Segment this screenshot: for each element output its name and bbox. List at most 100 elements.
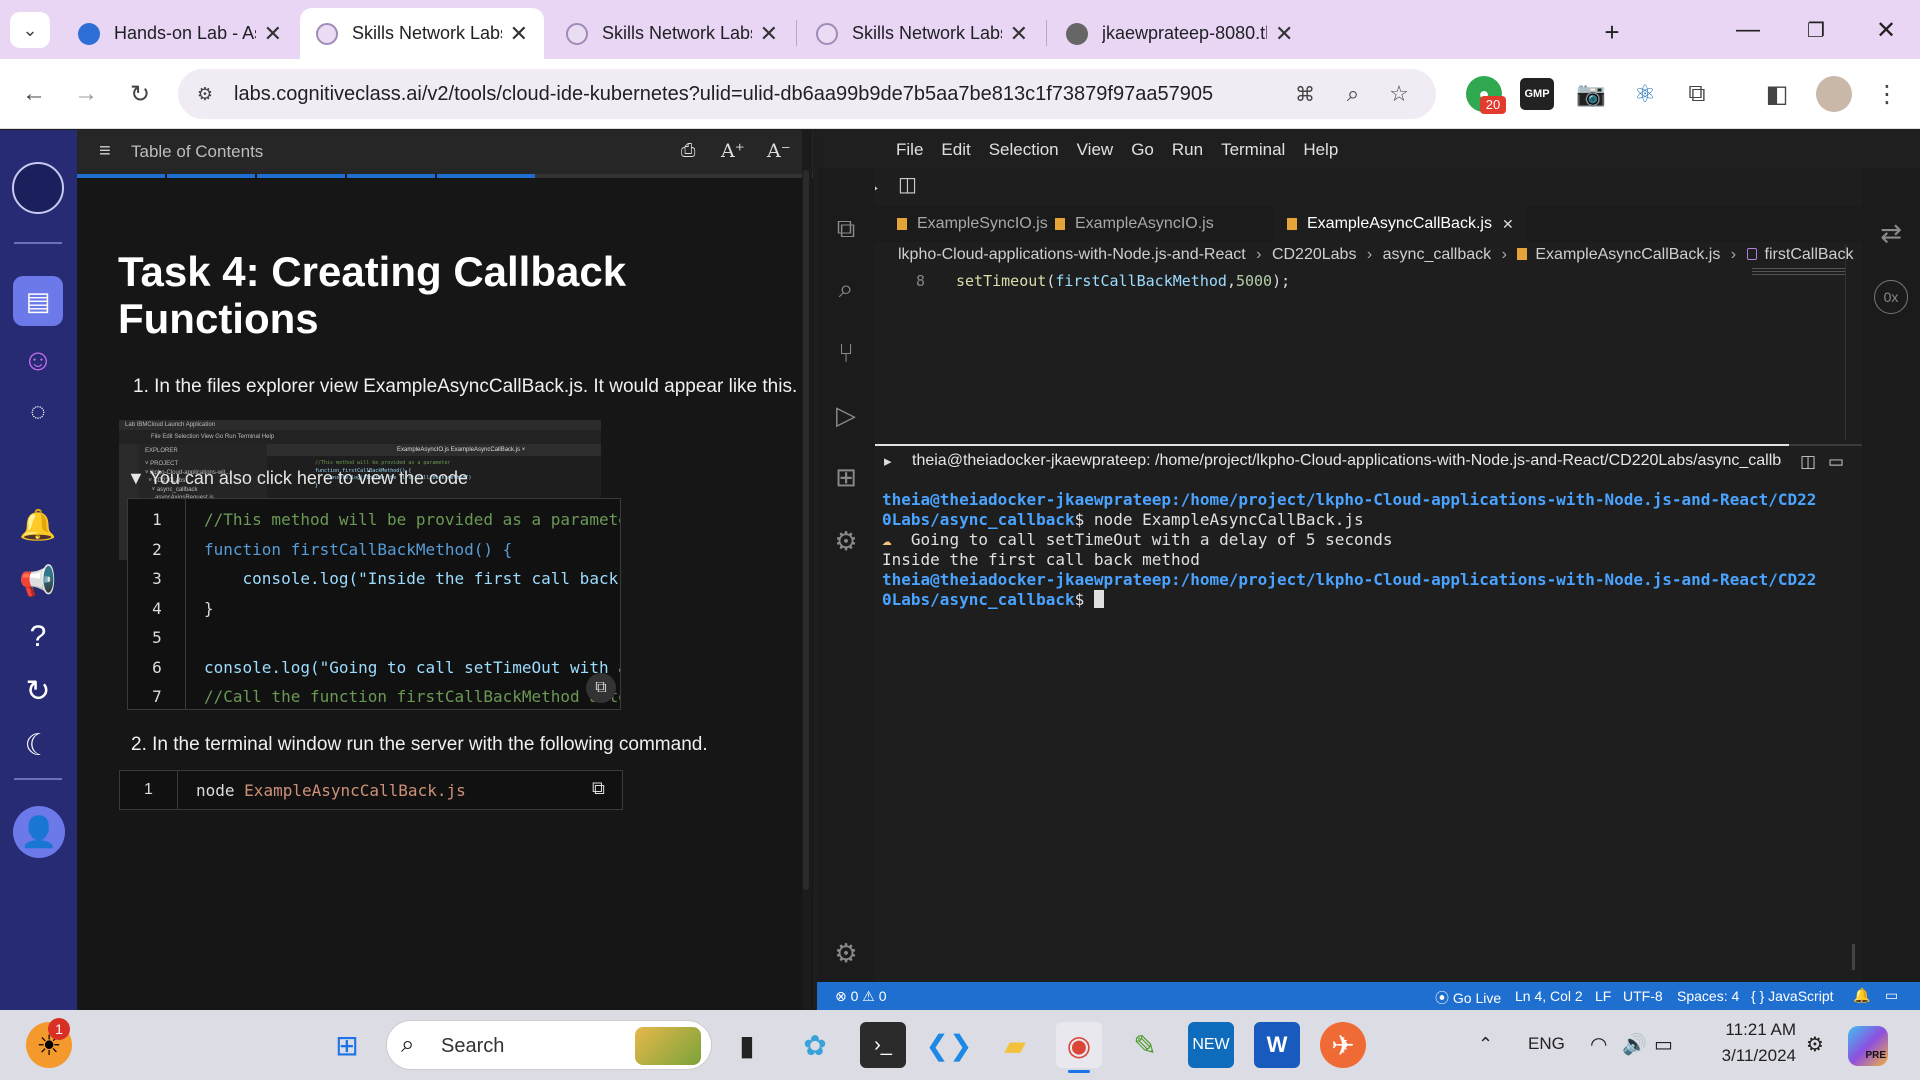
editor-code-line[interactable]: setTimeout(firstCallBackMethod,5000); <box>956 272 1290 290</box>
close-tab-icon[interactable]: ✕ <box>760 21 778 47</box>
gmp-extension-icon[interactable]: GMP <box>1520 78 1554 110</box>
notepad-app-icon[interactable]: ✎ <box>1122 1022 1168 1068</box>
camera-extension-icon[interactable]: 📷 <box>1574 78 1608 110</box>
doc-scrollbar[interactable] <box>802 130 812 1010</box>
outlook-new-app-icon[interactable]: NEW <box>1188 1022 1234 1068</box>
copy-command-icon[interactable]: ⧉ <box>592 778 605 799</box>
editor-minimap[interactable] <box>1752 268 1846 282</box>
editor-tab[interactable]: ExampleAsyncCallBack.js ✕ <box>1275 206 1526 242</box>
eol-status[interactable]: LF <box>1595 988 1611 1004</box>
bookmark-star-icon[interactable]: ☆ <box>1382 77 1416 111</box>
settings-gear-icon[interactable]: ⚙ <box>829 936 863 970</box>
photos-app-icon[interactable]: ✿ <box>792 1022 838 1068</box>
taskbar-search-box[interactable]: ⌕ Search <box>386 1020 712 1070</box>
wifi-icon[interactable]: ◠ <box>1590 1032 1607 1057</box>
toggle-sidebar-icon[interactable]: ◫ <box>898 172 917 197</box>
split-terminal-icon[interactable]: ◫ <box>1800 452 1816 472</box>
vscode-app-icon[interactable]: ❮❯ <box>926 1022 973 1068</box>
extensions-icon[interactable]: ⊞ <box>829 460 863 494</box>
breadcrumb-item[interactable]: lkpho-Cloud-applications-with-Node.js-an… <box>898 246 1246 263</box>
postman-app-icon[interactable]: ✈ <box>1320 1022 1366 1068</box>
side-panel-icon[interactable]: ◧ <box>1760 78 1794 110</box>
maximize-panel-icon[interactable]: ▭ <box>1828 452 1844 472</box>
zoom-icon[interactable]: ⌕ <box>1336 77 1370 111</box>
ide-menu-go[interactable]: Go <box>1122 140 1163 160</box>
show-hidden-icons[interactable]: ⌃ <box>1478 1034 1493 1055</box>
terminal-app-icon[interactable]: ›_ <box>860 1022 906 1068</box>
close-tab-icon[interactable]: ✕ <box>1010 21 1028 47</box>
back-icon[interactable]: ← <box>14 76 54 112</box>
chat-bot-icon[interactable]: ☺ <box>13 336 63 386</box>
encoding-status[interactable]: UTF-8 <box>1623 988 1663 1004</box>
breadcrumb-item[interactable]: async_callback <box>1383 246 1492 263</box>
user-account-icon[interactable]: 👤 <box>13 806 65 858</box>
layout-status-icon[interactable]: ▭ <box>1885 987 1898 1004</box>
minimize-icon[interactable]: — <box>1728 12 1768 48</box>
tab-skills-network-3[interactable]: Skills Network Labs ✕ <box>800 8 1044 59</box>
memory-inspector-icon[interactable]: 0x <box>1874 280 1908 314</box>
copy-code-icon[interactable]: ⧉ <box>586 673 616 703</box>
react-extension-icon[interactable]: ⚛ <box>1628 78 1662 110</box>
ide-menu-view[interactable]: View <box>1068 140 1123 160</box>
tab-skills-network-active[interactable]: Skills Network Labs ✕ <box>300 8 544 59</box>
font-decrease-button[interactable]: A⁻ <box>767 140 791 162</box>
language-indicator[interactable]: ENG <box>1528 1034 1565 1054</box>
source-control-icon[interactable]: ⑂ <box>829 336 863 370</box>
terminal-output[interactable]: theia@theiadocker-jkaewprateep:/home/pro… <box>882 490 1852 610</box>
chrome-menu-icon[interactable]: ⋮ <box>1872 76 1902 112</box>
problems-status[interactable]: ⊗ 0 ⚠ 0 <box>835 988 887 1005</box>
translate-icon[interactable]: ⌘ <box>1288 77 1322 111</box>
outline-icon[interactable]: ⇄ <box>1874 216 1908 250</box>
editor-tab[interactable]: ExampleAsyncIO.js <box>1043 206 1226 242</box>
reload-icon[interactable]: ↻ <box>120 76 160 112</box>
go-live-status[interactable]: ⦿ Go Live <box>1435 988 1501 1008</box>
restore-icon[interactable]: ❐ <box>1796 12 1836 48</box>
indent-status[interactable]: Spaces: 4 <box>1677 988 1739 1004</box>
tab-theia[interactable]: jkaewprateep-8080.theia ✕ <box>1050 8 1576 59</box>
close-editor-tab-icon[interactable]: ✕ <box>1502 216 1514 233</box>
terminal-title[interactable]: theia@theiadocker-jkaewprateep: /home/pr… <box>912 452 1782 470</box>
breadcrumb-item[interactable]: CD220Labs <box>1272 246 1357 263</box>
refresh-icon[interactable]: ↻ <box>13 666 63 716</box>
notifications-bell-icon[interactable]: 🔔 <box>13 500 63 550</box>
notification-center-icon[interactable]: ⚙ <box>1806 1032 1824 1057</box>
volume-icon[interactable]: 🔊 <box>1622 1032 1647 1057</box>
breadcrumb-item[interactable]: ExampleAsyncCallBack.js <box>1535 246 1720 263</box>
help-question-icon[interactable]: ? <box>13 612 63 662</box>
windows-start-icon[interactable]: ⊞ <box>324 1022 370 1068</box>
skills-network-toolbox-icon[interactable]: ⚙ <box>829 524 863 558</box>
copilot-pre-icon[interactable]: PRE <box>1848 1026 1888 1066</box>
cursor-position-status[interactable]: Ln 4, Col 2 <box>1515 988 1583 1004</box>
close-tab-icon[interactable]: ✕ <box>264 21 282 47</box>
ide-menu-file[interactable]: File <box>887 140 932 160</box>
battery-icon[interactable]: ▭ <box>1654 1032 1673 1057</box>
clock-date[interactable]: 3/11/2024 <box>1708 1046 1796 1066</box>
language-status[interactable]: { } JavaScript <box>1751 988 1834 1004</box>
run-debug-icon[interactable]: ▷ <box>829 398 863 432</box>
file-explorer-icon[interactable]: ▰ <box>992 1022 1038 1068</box>
word-app-icon[interactable]: W <box>1254 1022 1300 1068</box>
editor-tab[interactable]: ExampleSyncIO.js <box>885 206 1060 242</box>
ide-menu-run[interactable]: Run <box>1163 140 1212 160</box>
dark-mode-moon-icon[interactable]: ☾ <box>13 720 63 770</box>
print-icon[interactable]: ⎙ <box>681 140 695 161</box>
ide-menu-terminal[interactable]: Terminal <box>1212 140 1294 160</box>
toc-menu-icon[interactable]: ≡ <box>99 140 111 163</box>
doc-scroll-thumb[interactable] <box>803 170 809 890</box>
forward-icon[interactable]: → <box>66 76 106 112</box>
extensions-puzzle-icon[interactable]: ⧉ <box>1680 78 1714 110</box>
ide-menu-help[interactable]: Help <box>1294 140 1347 160</box>
task-view-icon[interactable]: ▮ <box>724 1022 770 1068</box>
explorer-files-icon[interactable]: ⧉ <box>829 212 863 246</box>
terminal-scrollbar[interactable] <box>1852 944 1855 970</box>
font-increase-button[interactable]: A⁺ <box>721 140 745 162</box>
hint-lightbulb-icon[interactable]: ◌ <box>13 386 63 436</box>
announcement-megaphone-icon[interactable]: 📢 <box>13 556 63 606</box>
ide-menu-edit[interactable]: Edit <box>932 140 979 160</box>
address-bar[interactable]: ⚙ labs.cognitiveclass.ai/v2/tools/cloud-… <box>178 69 1436 119</box>
toc-label[interactable]: Table of Contents <box>131 142 263 162</box>
ide-menu-selection[interactable]: Selection <box>980 140 1068 160</box>
url-text[interactable]: labs.cognitiveclass.ai/v2/tools/cloud-id… <box>234 83 1213 106</box>
search-icon[interactable]: ⌕ <box>829 272 863 306</box>
breadcrumb-item[interactable]: firstCallBack <box>1765 246 1854 263</box>
